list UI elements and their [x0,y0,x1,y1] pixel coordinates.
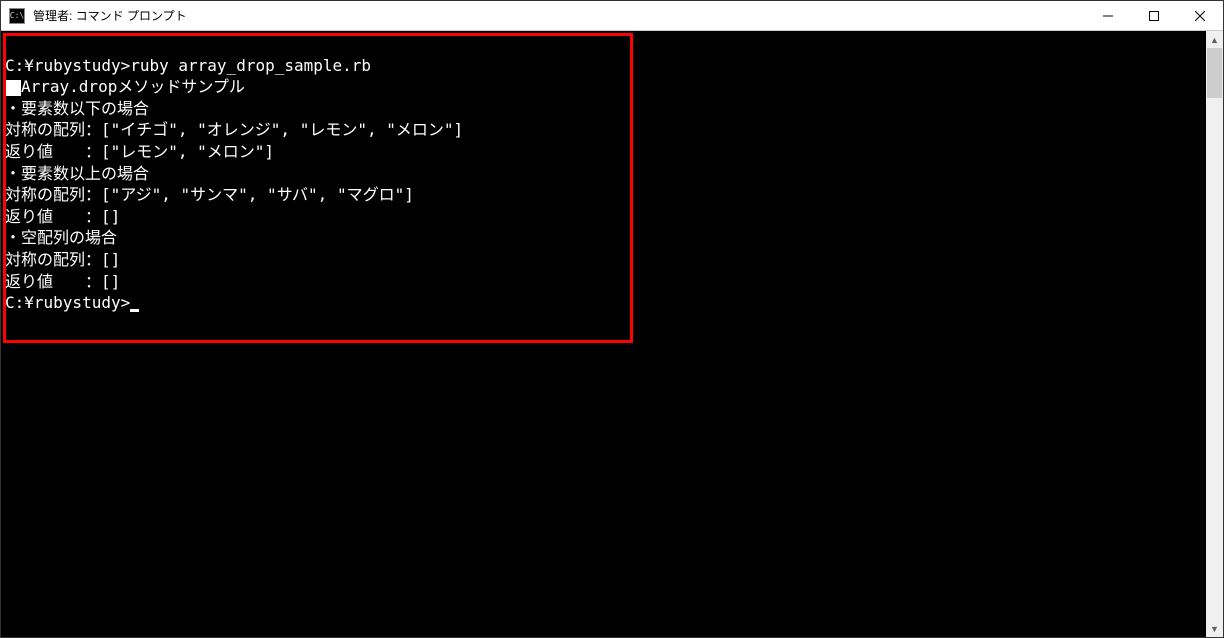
output-line: 返り値 ：["レモン", "メロン"] [5,141,1202,163]
cursor-icon [130,309,139,312]
output-line: 返り値 ：[] [5,271,1202,293]
titlebar: C:\ 管理者: コマンド プロンプト [1,1,1223,31]
command-prompt-window: C:\ 管理者: コマンド プロンプト C:¥rubystudy>ruby ar… [0,0,1224,638]
maximize-icon [1149,11,1159,21]
output-line: 対称の配列：["イチゴ", "オレンジ", "レモン", "メロン"] [5,119,1202,141]
maximize-button[interactable] [1131,1,1177,30]
terminal-container: C:¥rubystudy>ruby array_drop_sample.rbAr… [1,31,1223,637]
scrollbar-track[interactable] [1206,48,1223,620]
output-line: 対称の配列：["アジ", "サンマ", "サバ", "マグロ"] [5,184,1202,206]
window-title: 管理者: コマンド プロンプト [33,7,1085,24]
window-controls [1085,1,1223,30]
close-button[interactable] [1177,1,1223,30]
app-icon: C:\ [9,8,25,24]
output-line: 返り値 ：[] [5,206,1202,228]
scroll-down-button[interactable]: ▼ [1206,620,1223,637]
close-icon [1195,11,1205,21]
vertical-scrollbar[interactable]: ▲ ▼ [1206,31,1223,637]
minimize-icon [1103,11,1113,21]
terminal-output[interactable]: C:¥rubystudy>ruby array_drop_sample.rbAr… [1,31,1206,637]
minimize-button[interactable] [1085,1,1131,30]
output-line: Array.dropメソッドサンプル [5,76,1202,98]
block-char-icon [5,80,21,96]
output-line: 対称の配列：[] [5,249,1202,271]
output-line: C:¥rubystudy>ruby array_drop_sample.rb [5,55,1202,77]
scroll-up-button[interactable]: ▲ [1206,31,1223,48]
output-line: ・要素数以下の場合 [5,98,1202,120]
prompt-line: C:¥rubystudy> [5,292,1202,314]
output-line: ・要素数以上の場合 [5,163,1202,185]
output-line: ・空配列の場合 [5,227,1202,249]
scrollbar-thumb[interactable] [1207,48,1222,98]
